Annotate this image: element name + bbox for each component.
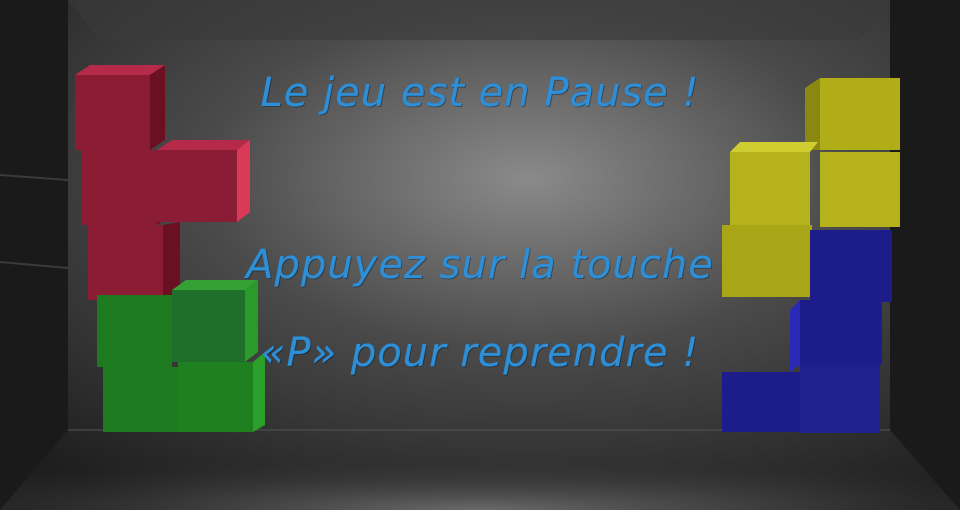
pause-instruction-line2: «P» pour reprendre !: [260, 330, 700, 376]
pause-instruction-line1: Appuyez sur la touche: [246, 242, 714, 288]
pause-title: Le jeu est en Pause !: [260, 70, 700, 116]
floor: [0, 430, 960, 510]
ceiling-shade: [68, 0, 890, 40]
